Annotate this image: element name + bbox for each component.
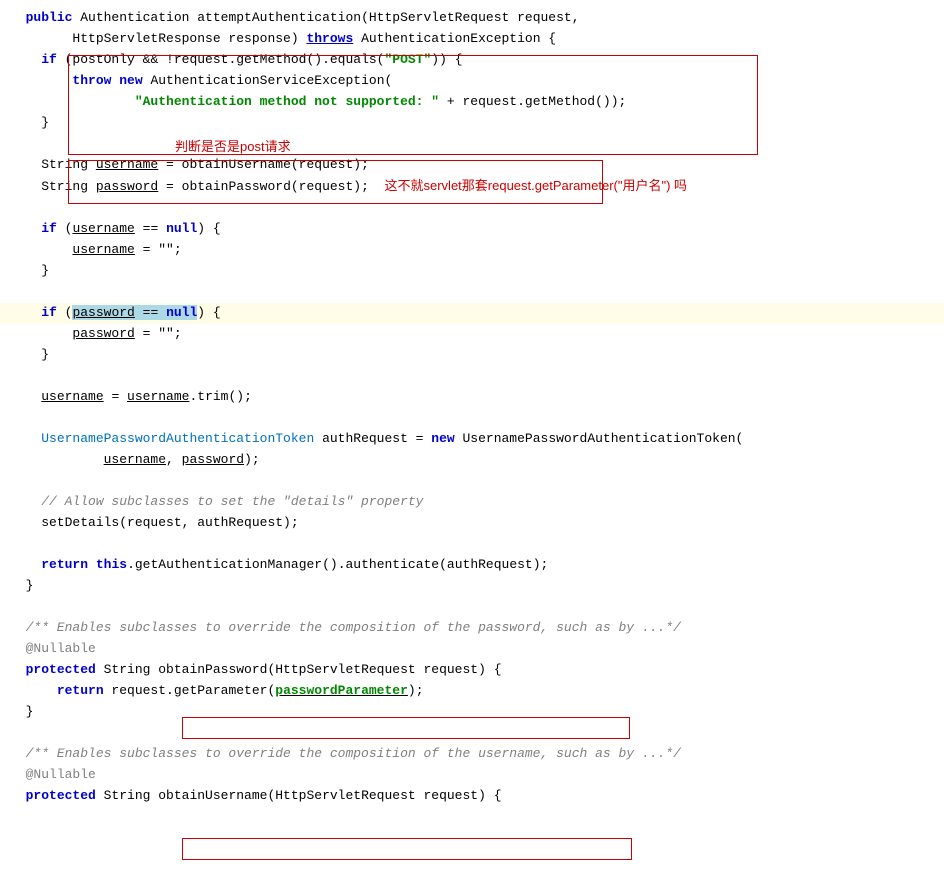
code-line-4: throw new AuthenticationServiceException…	[0, 71, 944, 92]
code-line-19: username = username.trim();	[0, 387, 944, 408]
code-line-1: public Authentication attemptAuthenticat…	[0, 8, 944, 29]
code-line-20	[0, 408, 944, 429]
code-line-35	[0, 723, 944, 744]
code-line-28: }	[0, 576, 944, 597]
code-line-12: username = "";	[0, 240, 944, 261]
code-line-22: username, password);	[0, 450, 944, 471]
code-line-9: String password = obtainPassword(request…	[0, 176, 944, 198]
code-line-6: }	[0, 113, 944, 134]
code-line-25: setDetails(request, authRequest);	[0, 513, 944, 534]
code-line-8: String username = obtainUsername(request…	[0, 155, 944, 176]
code-line-18	[0, 366, 944, 387]
code-line-7	[0, 134, 944, 155]
code-line-15: if (password == null) {	[0, 303, 944, 324]
code-line-34: }	[0, 702, 944, 723]
code-line-29	[0, 597, 944, 618]
code-line-21: UsernamePasswordAuthenticationToken auth…	[0, 429, 944, 450]
code-line-36: /** Enables subclasses to override the c…	[0, 744, 944, 765]
code-line-33: return request.getParameter(passwordPara…	[0, 681, 944, 702]
code-line-2: HttpServletResponse response) throws Aut…	[0, 29, 944, 50]
code-line-30: /** Enables subclasses to override the c…	[0, 618, 944, 639]
code-line-10	[0, 198, 944, 219]
code-line-3: if (postOnly && !request.getMethod().equ…	[0, 50, 944, 71]
code-line-32: protected String obtainPassword(HttpServ…	[0, 660, 944, 681]
code-line-23	[0, 471, 944, 492]
code-line-24: // Allow subclasses to set the "details"…	[0, 492, 944, 513]
code-line-16: password = "";	[0, 324, 944, 345]
code-line-31: @Nullable	[0, 639, 944, 660]
code-line-14	[0, 282, 944, 303]
code-line-37: @Nullable	[0, 765, 944, 786]
code-line-11: if (username == null) {	[0, 219, 944, 240]
code-line-13: }	[0, 261, 944, 282]
code-line-38: protected String obtainUsername(HttpServ…	[0, 786, 944, 807]
annotation-box-obtain-username	[182, 838, 632, 860]
code-viewer: public Authentication attemptAuthenticat…	[0, 0, 944, 815]
code-line-26	[0, 534, 944, 555]
code-line-27: return this.getAuthenticationManager().a…	[0, 555, 944, 576]
code-line-5: "Authentication method not supported: " …	[0, 92, 944, 113]
code-line-17: }	[0, 345, 944, 366]
